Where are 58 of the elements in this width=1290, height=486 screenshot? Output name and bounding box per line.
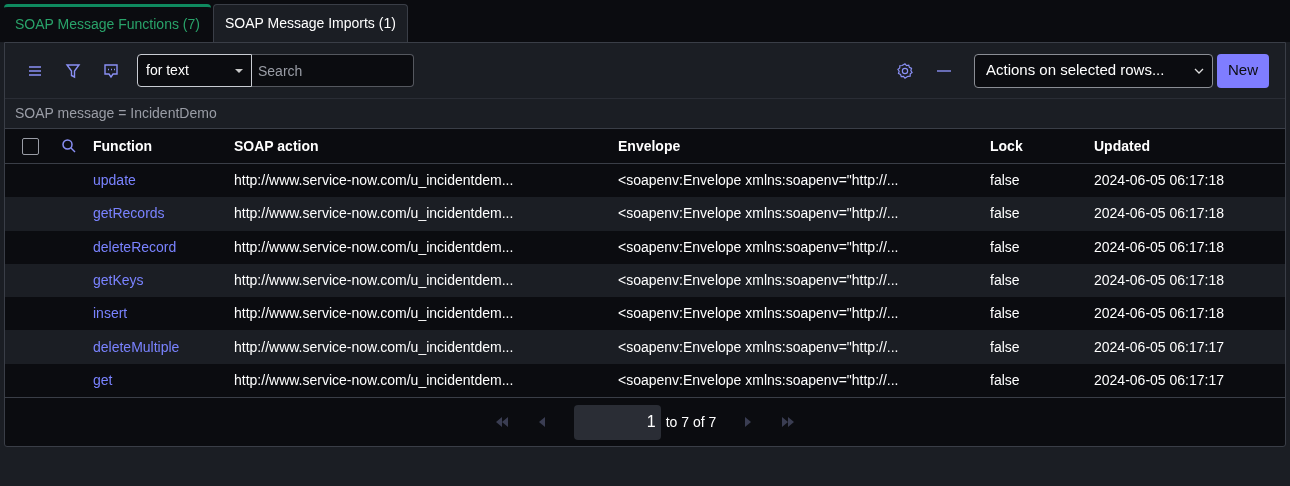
table-cell: http://www.service-now.com/u_incidentdem...: [234, 305, 514, 322]
column-header[interactable]: Lock: [990, 137, 1023, 154]
table-cell: false: [990, 371, 1020, 388]
table-cell: <soapenv:Envelope xmlns:soapenv="http://...: [618, 238, 899, 255]
settings-icon[interactable]: [896, 61, 914, 80]
table-cell: 2024-06-05 06:17:17: [1094, 338, 1224, 355]
select-all-checkbox[interactable]: [22, 137, 39, 155]
function-link[interactable]: deleteRecord: [93, 238, 177, 255]
table-cell: http://www.service-now.com/u_incidentdem...: [234, 371, 514, 388]
table-cell: 2024-06-05 06:17:18: [1094, 238, 1224, 255]
table-cell: <soapenv:Envelope xmlns:soapenv="http://...: [618, 305, 899, 322]
table-cell: <soapenv:Envelope xmlns:soapenv="http://...: [618, 272, 899, 289]
collapse-icon[interactable]: [936, 68, 952, 73]
table-cell: 2024-06-05 06:17:18: [1094, 272, 1224, 289]
table-cell: false: [990, 338, 1020, 355]
column-header[interactable]: SOAP action: [234, 137, 319, 154]
table-cell: 2024-06-05 06:17:18: [1094, 305, 1224, 322]
chevron-down-icon: [1194, 67, 1204, 74]
table-cell: http://www.service-now.com/u_incidentdem...: [234, 238, 514, 255]
column-header[interactable]: Envelope: [618, 137, 681, 154]
previous-page-icon: [538, 417, 545, 428]
table-cell: false: [990, 272, 1020, 289]
search-icon[interactable]: [62, 139, 76, 153]
function-link[interactable]: getRecords: [93, 205, 165, 222]
table-cell: false: [990, 205, 1020, 222]
first-page-icon: [494, 417, 509, 428]
table-cell: false: [990, 172, 1020, 189]
next-page-icon: [745, 417, 752, 428]
actions-select[interactable]: Actions on selected rows...: [974, 53, 1213, 88]
function-link[interactable]: get: [93, 371, 113, 388]
table-cell: 2024-06-05 06:17:18: [1094, 172, 1224, 189]
table-cell: http://www.service-now.com/u_incidentdem...: [234, 338, 514, 355]
page-number-field[interactable]: 1: [573, 404, 661, 440]
table-cell: http://www.service-now.com/u_incidentdem...: [234, 205, 514, 222]
function-link[interactable]: insert: [93, 305, 128, 322]
table-cell: 2024-06-05 06:17:18: [1094, 205, 1224, 222]
filter-breadcrumb[interactable]: SOAP message = IncidentDemo: [15, 103, 217, 124]
search-field[interactable]: Search: [252, 54, 414, 87]
table-cell: <soapenv:Envelope xmlns:soapenv="http://...: [618, 371, 899, 388]
function-link[interactable]: getKeys: [93, 272, 144, 289]
function-link[interactable]: deleteMultiple: [93, 338, 180, 355]
column-header[interactable]: Function: [93, 137, 153, 154]
function-link[interactable]: update: [93, 172, 136, 189]
table-cell: http://www.service-now.com/u_incidentdem...: [234, 272, 514, 289]
page-range: to 7 of 7: [665, 412, 717, 432]
last-page-icon: [781, 417, 796, 428]
column-header[interactable]: Updated: [1094, 137, 1150, 154]
new-button[interactable]: New: [1217, 53, 1269, 88]
table-cell: 2024-06-05 06:17:17: [1094, 371, 1224, 388]
table-cell: <soapenv:Envelope xmlns:soapenv="http://...: [618, 338, 899, 355]
table-cell: <soapenv:Envelope xmlns:soapenv="http://...: [618, 205, 899, 222]
caret-icon: [235, 68, 243, 73]
search-type-select[interactable]: for text: [137, 54, 252, 87]
table-cell: false: [990, 238, 1020, 255]
table-cell: false: [990, 305, 1020, 322]
table-cell: <soapenv:Envelope xmlns:soapenv="http://...: [618, 172, 899, 189]
table-cell: http://www.service-now.com/u_incidentdem...: [234, 172, 514, 189]
tab[interactable]: SOAP Message Imports (1): [212, 4, 408, 42]
